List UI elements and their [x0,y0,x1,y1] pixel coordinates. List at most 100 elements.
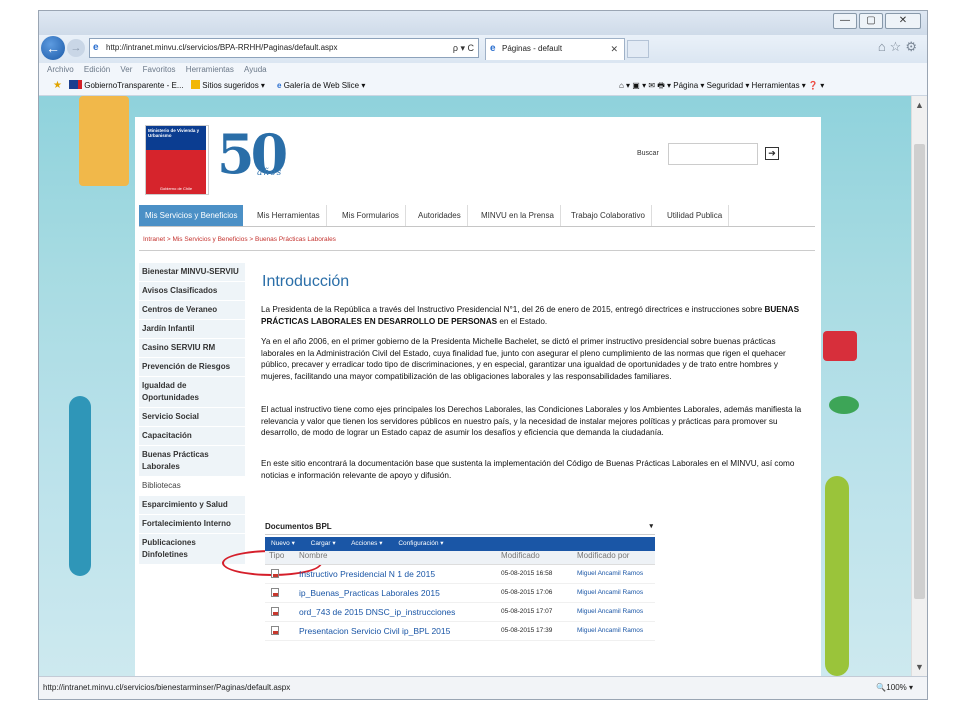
ie-icon: e [93,42,99,53]
leftnav-centros[interactable]: Centros de Veraneo [139,301,245,320]
leftnav-esparcimiento[interactable]: Esparcimiento y Salud [139,496,245,515]
col-tipo[interactable]: Tipo [269,551,284,560]
breadcrumb[interactable]: Intranet > Mis Servicios y Beneficios > … [143,236,336,243]
leftnav-servicio-social[interactable]: Servicio Social [139,408,245,427]
docs-title: Documentos BPL ▾ [265,522,655,535]
leftnav-prevencion[interactable]: Prevención de Riesgos [139,358,245,377]
intro-paragraph-2: Ya en el año 2006, en el primer gobierno… [261,337,786,381]
col-nombre[interactable]: Nombre [299,551,327,560]
docs-configuracion-button[interactable]: Configuración ▾ [398,540,443,547]
top-navigation: Mis Servicios y Beneficios Mis Herramien… [139,205,815,227]
docs-nuevo-button[interactable]: Nuevo ▾ [271,540,295,547]
decor-hill [825,476,849,676]
menu-favoritos[interactable]: Favoritos [143,65,176,74]
search-label: Buscar [637,150,659,157]
menu-edicion[interactable]: Edición [84,65,110,74]
menu-ayuda[interactable]: Ayuda [244,65,267,74]
leftnav-jardin[interactable]: Jardín Infantil [139,320,245,339]
tab-title: Páginas - default [502,44,563,53]
docs-cargar-button[interactable]: Cargar ▾ [311,540,336,547]
docs-menu-icon[interactable]: ▾ [649,522,653,530]
doc-date: 05-08-2015 17:39 [501,627,553,634]
leftnav-bibliotecas[interactable]: Bibliotecas [139,477,245,496]
leftnav-fortalecimiento[interactable]: Fortalecimiento Interno [139,515,245,534]
address-controls[interactable]: ρ ▾ C [453,39,474,57]
leftnav-avisos[interactable]: Avisos Clasificados [139,282,245,301]
favorites-star-icon[interactable]: ★ [53,77,62,95]
status-url: http://intranet.minvu.cl/servicios/biene… [43,683,291,692]
left-navigation: Bienestar MINVU-SERVIU Avisos Clasificad… [139,263,245,565]
decor-building [79,96,129,186]
new-tab-button[interactable] [627,40,649,58]
nav-mis-herramientas[interactable]: Mis Herramientas [251,205,327,226]
search-go-icon[interactable]: ➔ [765,147,779,160]
col-modificado[interactable]: Modificado [501,551,540,560]
command-bar[interactable]: ⌂ ▾ ▣ ▾ ✉ 🖶 ▾ Página ▾ Seguridad ▾ Herra… [619,77,824,95]
divider [139,250,815,251]
leftnav-casino[interactable]: Casino SERVIU RM [139,339,245,358]
status-bar: http://intranet.minvu.cl/servicios/biene… [39,676,927,699]
doc-name[interactable]: ord_743 de 2015 DNSC_ip_instrucciones [299,603,455,621]
nav-mis-servicios[interactable]: Mis Servicios y Beneficios [139,205,244,226]
doc-author[interactable]: Miguel Ancamil Ramos [577,565,643,583]
maximize-button[interactable]: ▢ [859,13,883,29]
nav-trabajo-colaborativo[interactable]: Trabajo Colaborativo [565,205,652,226]
intro-paragraph-4: En este sitio encontrará la documentació… [261,459,795,480]
table-row[interactable]: Instructivo Presidencial N 1 de 2015 05-… [265,565,655,584]
col-modificado-por[interactable]: Modificado por [577,551,629,560]
browser-tab[interactable]: e Páginas - default ✕ [485,38,625,60]
address-url: http://intranet.minvu.cl/servicios/BPA-R… [106,43,338,52]
title-bar: — ▢ ✕ [39,11,927,35]
leftnav-bienestar[interactable]: Bienestar MINVU-SERVIU [139,263,245,282]
minimize-button[interactable]: — [833,13,857,29]
fav-webslice[interactable]: e Galería de Web Slice ▾ [277,77,365,95]
docs-acciones-button[interactable]: Acciones ▾ [351,540,382,547]
vertical-scrollbar[interactable]: ▲ ▼ [911,96,927,676]
nav-mis-formularios[interactable]: Mis Formularios [336,205,406,226]
zoom-control[interactable]: 🔍100% ▾ [876,677,913,699]
doc-name[interactable]: Presentacion Servicio Civil ip_BPL 2015 [299,622,450,640]
decor-house [823,331,857,361]
doc-author[interactable]: Miguel Ancamil Ramos [577,603,643,621]
scroll-up-icon[interactable]: ▲ [915,100,924,110]
close-button[interactable]: ✕ [885,13,921,29]
back-button[interactable]: ← [41,36,65,60]
forward-button[interactable]: → [67,39,85,57]
menu-archivo[interactable]: Archivo [47,65,74,74]
nav-utilidad-publica[interactable]: Utilidad Publica [661,205,730,226]
doc-name[interactable]: ip_Buenas_Practicas Laborales 2015 [299,584,440,602]
table-row[interactable]: ord_743 de 2015 DNSC_ip_instrucciones 05… [265,603,655,622]
doc-author[interactable]: Miguel Ancamil Ramos [577,584,643,602]
leftnav-buenas-practicas[interactable]: Buenas Prácticas Laborales [139,446,245,477]
navigation-bar: ← → e http://intranet.minvu.cl/servicios… [39,35,927,64]
table-row[interactable]: Presentacion Servicio Civil ip_BPL 2015 … [265,622,655,641]
tab-close-icon[interactable]: ✕ [610,39,618,59]
intro-paragraph-3: El actual instructivo tiene como ejes pr… [261,405,802,437]
leftnav-igualdad[interactable]: Igualdad de Oportunidades [139,377,245,408]
doc-author[interactable]: Miguel Ancamil Ramos [577,622,643,640]
favorites-bar: ★ GobiernoTransparente - E... Sitios sug… [39,77,927,96]
minvu-logo[interactable]: Ministerio de Vivienda y Urbanismo Gobie… [145,125,209,195]
logo-bottom: Gobierno de Chile [146,150,206,194]
docs-toolbar: Nuevo ▾ Cargar ▾ Acciones ▾ Configuració… [265,537,655,551]
scroll-down-icon[interactable]: ▼ [915,662,924,672]
fav-sitios[interactable]: Sitios sugeridos ▾ [191,77,265,95]
menu-herramientas[interactable]: Herramientas [186,65,234,74]
fav-gobierno[interactable]: GobiernoTransparente - E... [69,77,184,95]
toolbar-icons[interactable]: ⌂☆⚙ [878,39,921,55]
menu-ver[interactable]: Ver [120,65,132,74]
scroll-thumb[interactable] [914,144,925,599]
nav-autoridades[interactable]: Autoridades [412,205,468,226]
table-row[interactable]: ip_Buenas_Practicas Laborales 2015 05-08… [265,584,655,603]
menu-bar: Archivo Edición Ver Favoritos Herramient… [39,63,927,77]
doc-name[interactable]: Instructivo Presidencial N 1 de 2015 [299,565,435,583]
web-content: Ministerio de Vivienda y Urbanismo Gobie… [39,96,911,676]
document-icon [271,607,279,616]
nav-minvu-prensa[interactable]: MINVU en la Prensa [475,205,561,226]
logo-anos: años [257,168,283,178]
document-icon [271,569,279,578]
docs-header-row: Tipo Nombre Modificado Modificado por [265,551,655,565]
leftnav-capacitacion[interactable]: Capacitación [139,427,245,446]
search-input[interactable] [668,143,758,165]
address-bar[interactable]: e http://intranet.minvu.cl/servicios/BPA… [89,38,479,58]
